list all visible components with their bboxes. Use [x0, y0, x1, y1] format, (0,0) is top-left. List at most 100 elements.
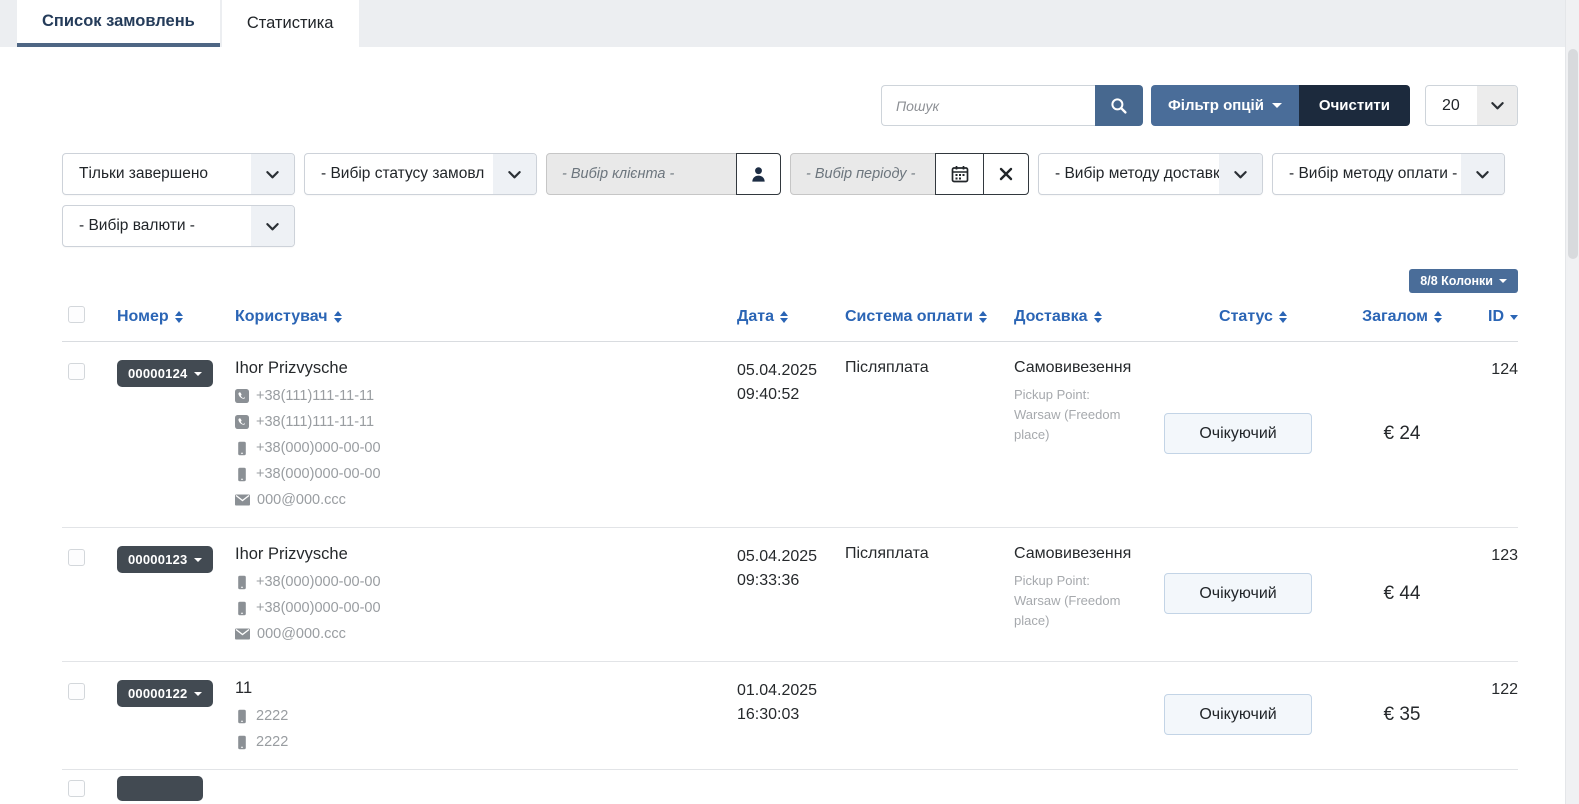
select-client-button[interactable]	[736, 153, 781, 195]
order-id: 123	[1462, 545, 1518, 642]
status-button[interactable]: Очікуючий	[1164, 694, 1312, 735]
search-button[interactable]	[1095, 85, 1143, 126]
tab-statistics-label: Статистика	[247, 14, 334, 33]
email-icon	[235, 494, 250, 506]
header-total[interactable]: Загалом	[1362, 308, 1442, 326]
status-button[interactable]: Очікуючий	[1164, 573, 1312, 614]
order-time: 09:33:36	[737, 569, 845, 593]
currency-filter-value: - Вибір валюти -	[63, 217, 251, 235]
completed-filter-select[interactable]: Тільки завершено	[62, 153, 295, 195]
row-checkbox[interactable]	[68, 549, 85, 566]
columns-toggle-button[interactable]: 8/8 Колонки	[1409, 269, 1518, 293]
caret-down-icon	[1272, 103, 1282, 108]
header-status[interactable]: Статус	[1219, 308, 1287, 326]
filters-panel: Тільки завершено - Вибір статусу замовл …	[62, 153, 1518, 247]
table-header-row: Номер Користувач Дата Система оплати Дос…	[62, 306, 1518, 342]
sort-icon	[175, 311, 183, 323]
contact-line: +38(111)111-11-11	[235, 388, 737, 404]
table-row: 00000124 Ihor Prizvysche +38(111)111-11-…	[62, 342, 1518, 528]
client-filter-group: - Вибір клієнта -	[546, 153, 781, 195]
order-id: 124	[1462, 359, 1518, 508]
columns-toggle-label: 8/8 Колонки	[1420, 274, 1493, 288]
order-total: € 44	[1342, 545, 1462, 642]
sort-icon	[1279, 311, 1287, 323]
tab-orders-list-label: Список замовлень	[42, 12, 195, 31]
mobile-phone-icon	[235, 709, 249, 724]
header-payment-system[interactable]: Система оплати	[845, 308, 1014, 326]
header-number[interactable]: Номер	[117, 308, 235, 326]
order-number-button[interactable]: 00000122	[117, 680, 213, 707]
period-filter-input[interactable]: - Вибір періоду -	[790, 153, 936, 195]
user-name: 11	[235, 679, 737, 698]
search-input[interactable]	[881, 85, 1095, 126]
filter-options-label: Фільтр опцій	[1168, 97, 1264, 114]
vertical-scrollbar[interactable]	[1565, 0, 1579, 804]
caret-down-icon	[1499, 279, 1507, 283]
payment-method-filter-select[interactable]: - Вибір методу оплати -	[1272, 153, 1505, 195]
caret-down-icon	[194, 558, 202, 562]
header-date[interactable]: Дата	[737, 308, 845, 326]
user-name: Ihor Prizvysche	[235, 545, 737, 564]
header-user[interactable]: Користувач	[235, 308, 737, 326]
tab-orders-list[interactable]: Список замовлень	[17, 0, 220, 47]
search-icon	[1110, 97, 1128, 115]
sort-icon	[780, 311, 788, 323]
row-checkbox[interactable]	[68, 683, 85, 700]
mobile-phone-icon	[235, 467, 249, 482]
phone-square-icon	[235, 389, 249, 403]
select-all-checkbox[interactable]	[68, 306, 85, 323]
payment-system	[845, 679, 1014, 750]
page-size-select[interactable]: 20	[1425, 85, 1518, 126]
order-number-button[interactable]: 00000124	[117, 360, 213, 387]
order-number-button[interactable]	[117, 776, 203, 801]
tab-bar: Список замовлень Статистика	[0, 0, 1579, 47]
sort-icon	[1094, 311, 1102, 323]
contact-line: +38(000)000-00-00	[235, 600, 737, 616]
filter-options-button[interactable]: Фільтр опцій	[1151, 85, 1299, 126]
phone-square-icon	[235, 415, 249, 429]
currency-filter-select[interactable]: - Вибір валюти -	[62, 205, 295, 247]
calendar-icon-button[interactable]	[935, 153, 984, 195]
delivery-method: Самовивезення	[1014, 359, 1164, 377]
header-delivery[interactable]: Доставка	[1014, 308, 1164, 326]
order-date: 01.04.2025	[737, 679, 845, 703]
scrollbar-thumb[interactable]	[1568, 49, 1578, 259]
contact-line: 2222	[235, 708, 737, 724]
client-filter-input[interactable]: - Вибір клієнта -	[546, 153, 737, 195]
order-date: 05.04.2025	[737, 359, 845, 383]
row-checkbox[interactable]	[68, 780, 85, 797]
orders-admin-page: Список замовлень Статистика Фільтр опцій	[0, 0, 1579, 804]
caret-down-icon	[194, 372, 202, 376]
clear-filters-button[interactable]: Очистити	[1299, 85, 1410, 126]
header-id[interactable]: ID	[1488, 308, 1518, 326]
payment-method-filter-value: - Вибір методу оплати -	[1273, 165, 1461, 183]
delivery-note: Pickup Point: Warsaw (Freedom place)	[1014, 385, 1132, 445]
contact-line: 2222	[235, 734, 737, 750]
chevron-down-icon	[493, 154, 536, 194]
completed-filter-value: Тільки завершено	[63, 165, 251, 183]
delivery-method-filter-select[interactable]: - Вибір методу доставк	[1038, 153, 1263, 195]
order-status-filter-value: - Вибір статусу замовл	[305, 165, 493, 183]
columns-toggle-row: 8/8 Колонки	[62, 269, 1518, 293]
row-checkbox[interactable]	[68, 363, 85, 380]
status-button[interactable]: Очікуючий	[1164, 413, 1312, 454]
order-status-filter-select[interactable]: - Вибір статусу замовл	[304, 153, 537, 195]
sort-desc-icon	[1510, 315, 1518, 320]
order-number-button[interactable]: 00000123	[117, 546, 213, 573]
contact-line: 000@000.ccc	[235, 626, 737, 642]
tab-statistics[interactable]: Статистика	[222, 0, 359, 47]
sort-icon	[979, 311, 987, 323]
order-total: € 35	[1342, 679, 1462, 750]
chevron-down-icon	[1461, 154, 1504, 194]
mobile-phone-icon	[235, 575, 249, 590]
chevron-down-icon	[251, 154, 294, 194]
delivery-method-filter-value: - Вибір методу доставк	[1039, 165, 1219, 183]
filter-button-group: Фільтр опцій Очистити	[1151, 85, 1410, 126]
mobile-phone-icon	[235, 735, 249, 750]
toolbar: Фільтр опцій Очистити 20	[62, 85, 1518, 126]
table-row: 00000122 11 2222 2222 01.04.2025 16:30:0…	[62, 662, 1518, 770]
contact-line: 000@000.ccc	[235, 492, 737, 508]
clear-period-button[interactable]	[983, 153, 1029, 195]
main-content: Фільтр опцій Очистити 20 Тільки завершен…	[0, 85, 1579, 802]
order-time: 09:40:52	[737, 383, 845, 407]
